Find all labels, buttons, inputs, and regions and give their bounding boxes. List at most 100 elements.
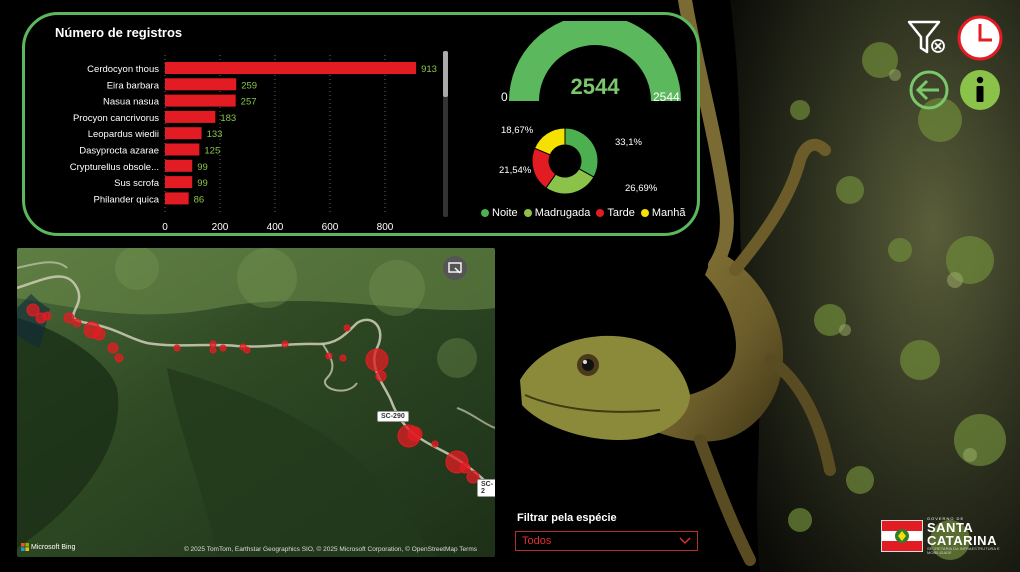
chevron-down-icon: [679, 537, 691, 544]
x-tick-label: 800: [377, 222, 394, 233]
filter-label: Filtrar pela espécie: [517, 512, 617, 524]
category-label: Sus scrofa: [114, 178, 160, 189]
donut-legend: Noite Madrugada Tarde Manhã: [481, 207, 686, 219]
occurrence-point[interactable]: [459, 462, 471, 474]
bar-value-label: 257: [241, 97, 257, 108]
summary-card: Número de registros 0 200 400 600 800 Cerdocy…: [22, 12, 700, 236]
occurrence-point[interactable]: [281, 340, 289, 348]
bar-value-label: 86: [194, 194, 205, 205]
occurrence-point[interactable]: [114, 353, 124, 363]
gauge-max-label: 2544: [653, 90, 680, 104]
bar[interactable]: [165, 192, 189, 205]
legend-label: Tarde: [607, 207, 635, 219]
legend-dot: [640, 209, 649, 217]
chart-scrollbar[interactable]: [443, 51, 448, 217]
filter-value: Todos: [522, 535, 552, 547]
occurrence-point[interactable]: [219, 344, 227, 352]
occurrence-point[interactable]: [431, 440, 439, 448]
focus-mode-icon: [448, 262, 462, 274]
legend-item-madrugada[interactable]: Madrugada: [523, 207, 591, 219]
santa-catarina-logo: GOVERNO DE SANTA CATARINA SECRETARIA DA …: [881, 511, 1011, 561]
bar-value-label: 99: [197, 162, 208, 173]
satellite-map[interactable]: [17, 248, 495, 557]
x-tick-label: 200: [212, 222, 229, 233]
focus-mode-button[interactable]: [443, 256, 467, 280]
occurrence-point[interactable]: [407, 426, 423, 442]
map-attribution[interactable]: © 2025 TomTom, Earthstar Geographics SIO…: [184, 546, 477, 553]
bar[interactable]: [165, 62, 417, 74]
occurrence-point[interactable]: [92, 327, 106, 341]
category-label: Leopardus wiedii: [88, 129, 159, 140]
bar-value-label: 133: [207, 129, 223, 140]
bar[interactable]: [165, 78, 237, 91]
occurrence-point[interactable]: [63, 312, 75, 324]
donut-data-label: 33,1%: [615, 137, 642, 148]
legend-item-tarde[interactable]: Tarde: [596, 207, 635, 219]
road-label: SC-2: [477, 479, 495, 497]
info-icon[interactable]: [959, 69, 1001, 111]
occurrence-point[interactable]: [343, 324, 351, 332]
bar-value-label: 259: [241, 80, 257, 91]
legend-label: Manhã: [651, 207, 686, 219]
bar-value-label: 913: [421, 64, 437, 75]
legend-item-manha[interactable]: Manhã: [640, 207, 686, 219]
occurrence-point[interactable]: [325, 352, 333, 360]
scrollbar-thumb[interactable]: [443, 51, 448, 97]
category-label: Philander quica: [94, 194, 160, 205]
legend-dot: [596, 209, 605, 217]
legend-label: Madrugada: [534, 207, 591, 219]
species-filter-dropdown[interactable]: Todos: [515, 531, 698, 551]
dashboard: Número de registros 0 200 400 600 800 Cerdocy…: [0, 0, 1020, 572]
bar-value-label: 183: [220, 113, 236, 124]
bar-chart: 0 200 400 600 800 Cerdocyon thous 913 Eira barb…: [70, 55, 437, 233]
category-label: Procyon cancrivorus: [73, 113, 159, 124]
occurrence-point[interactable]: [72, 318, 82, 328]
legend-dot: [523, 209, 532, 217]
occurrence-point[interactable]: [209, 340, 217, 348]
donut-chart: 33,1% 26,69% 21,54% 18,67%: [499, 125, 658, 195]
sc-sub: SECRETARIA DA INFRAESTRUTURA E MOBILIDAD…: [927, 546, 1000, 555]
bar[interactable]: [165, 176, 193, 189]
clock-icon[interactable]: [957, 15, 1003, 61]
category-label: Nasua nasua: [103, 97, 160, 108]
bar[interactable]: [165, 159, 193, 172]
occurrence-point[interactable]: [365, 348, 389, 372]
bar[interactable]: [165, 94, 236, 107]
gauge-value: 2544: [571, 74, 621, 99]
bing-label: Microsoft Bing: [31, 543, 76, 551]
bar-value-label: 99: [197, 178, 208, 189]
category-label: Cerdocyon thous: [87, 64, 159, 75]
occurrence-point[interactable]: [375, 370, 387, 382]
donut-data-label: 26,69%: [625, 183, 658, 194]
legend-item-noite[interactable]: Noite: [481, 207, 518, 219]
occurrence-point[interactable]: [173, 344, 181, 352]
donut-data-label: 21,54%: [499, 165, 532, 176]
category-label: Dasyprocta azarae: [79, 146, 159, 157]
donut-data-label: 18,67%: [501, 125, 534, 136]
legend-label: Noite: [492, 207, 518, 219]
bar-value-label: 125: [204, 146, 220, 157]
occurrence-point[interactable]: [107, 342, 119, 354]
clear-filter-icon[interactable]: [906, 18, 950, 58]
x-tick-label: 400: [267, 222, 284, 233]
x-tick-label: 600: [322, 222, 339, 233]
road-label: SC-290: [377, 411, 409, 422]
category-label: Eira barbara: [107, 80, 160, 91]
map-visual[interactable]: SC-290 SC-2 Microsoft Bing © 2025 TomTom…: [17, 248, 495, 557]
bar[interactable]: [165, 110, 216, 123]
legend-dot: [481, 209, 489, 217]
occurrence-point[interactable]: [339, 354, 347, 362]
category-label: Crypturellus obsole...: [70, 162, 159, 173]
occurrence-point[interactable]: [209, 346, 217, 354]
gauge-min-label: 0: [501, 90, 508, 104]
occurrence-point[interactable]: [243, 346, 251, 354]
sc-text: GOVERNO DE SANTA CATARINA SECRETARIA DA …: [927, 517, 1011, 555]
x-tick-label: 0: [162, 222, 168, 233]
bing-logo: Microsoft Bing: [21, 543, 75, 551]
microsoft-logo-icon: [21, 543, 29, 551]
occurrence-point[interactable]: [42, 311, 52, 321]
back-arrow-icon[interactable]: [908, 69, 950, 111]
sc-flag-icon: [881, 520, 923, 552]
bar[interactable]: [165, 127, 202, 140]
bar[interactable]: [165, 143, 200, 156]
